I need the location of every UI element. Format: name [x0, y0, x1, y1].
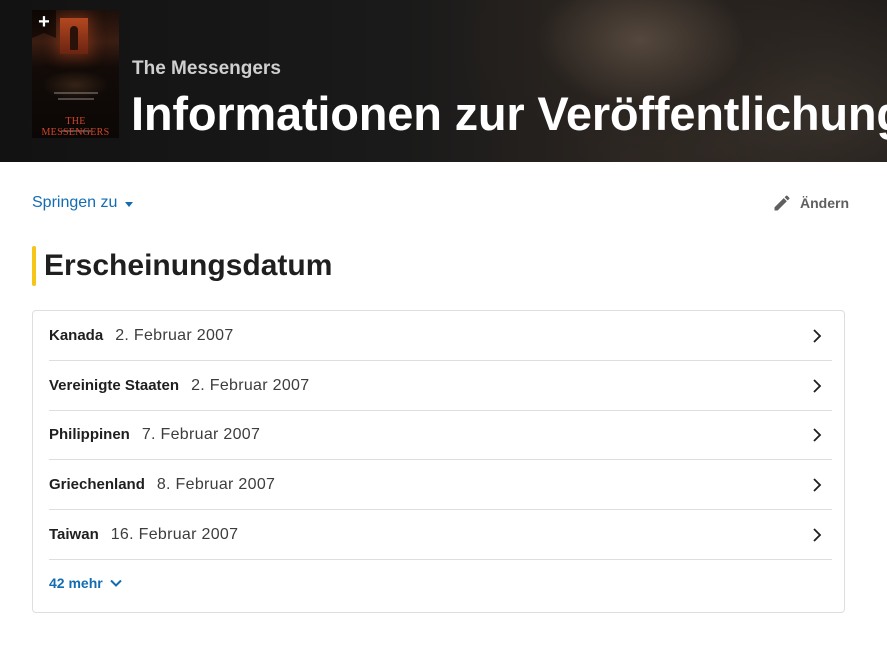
country-label: Taiwan [49, 526, 99, 543]
chevron-right-icon [813, 528, 822, 542]
chevron-right-icon [813, 478, 822, 492]
list-item[interactable]: Taiwan 16. Februar 2007 [49, 510, 832, 560]
poster-credits-line [58, 98, 94, 100]
poster-glow-art [42, 70, 109, 100]
edit-button[interactable]: Ändern [772, 193, 849, 213]
country-label: Griechenland [49, 476, 145, 493]
release-dates-list: Kanada 2. Februar 2007 Vereinigte Staate… [32, 310, 845, 613]
hero-header: THE MESSENGERS + The Messengers Informat… [0, 0, 887, 162]
release-date: 8. Februar 2007 [156, 475, 276, 493]
show-more-label: 42 mehr [49, 575, 103, 591]
release-date: 2. Februar 2007 [191, 376, 310, 394]
release-date: 7. Februar 2007 [141, 425, 261, 443]
poster-title-text: THE MESSENGERS [41, 116, 110, 138]
release-date: 16. Februar 2007 [110, 525, 239, 543]
show-more-button[interactable]: 42 mehr [49, 575, 123, 591]
poster-credits-line [54, 92, 98, 94]
jump-to-label: Springen zu [32, 194, 118, 211]
section-title: Erscheinungsdatum [44, 249, 333, 282]
chevron-down-icon [109, 579, 122, 587]
poster-figure-art [70, 26, 78, 50]
pencil-icon [774, 195, 790, 211]
caret-down-icon [125, 201, 134, 207]
movie-title-link[interactable]: The Messengers [132, 58, 281, 80]
release-date: 2. Februar 2007 [115, 326, 234, 344]
jump-to-dropdown[interactable]: Springen zu [32, 194, 134, 212]
list-item[interactable]: Philippinen 7. Februar 2007 [49, 410, 832, 460]
list-item[interactable]: Vereinigte Staaten 2. Februar 2007 [49, 361, 832, 411]
section-heading: Erscheinungsdatum [32, 246, 332, 286]
list-item[interactable]: Kanada 2. Februar 2007 [49, 311, 832, 361]
chevron-right-icon [813, 329, 822, 343]
country-label: Philippinen [49, 426, 130, 443]
list-item[interactable]: Griechenland 8. Februar 2007 [49, 460, 832, 510]
section-accent-bar [32, 246, 36, 286]
page-title: Informationen zur Veröffentlichung [131, 87, 887, 140]
chevron-right-icon [813, 379, 822, 393]
country-label: Vereinigte Staaten [49, 377, 180, 394]
edit-label: Ändern [800, 195, 849, 211]
chevron-right-icon [813, 428, 822, 442]
country-label: Kanada [49, 327, 104, 344]
